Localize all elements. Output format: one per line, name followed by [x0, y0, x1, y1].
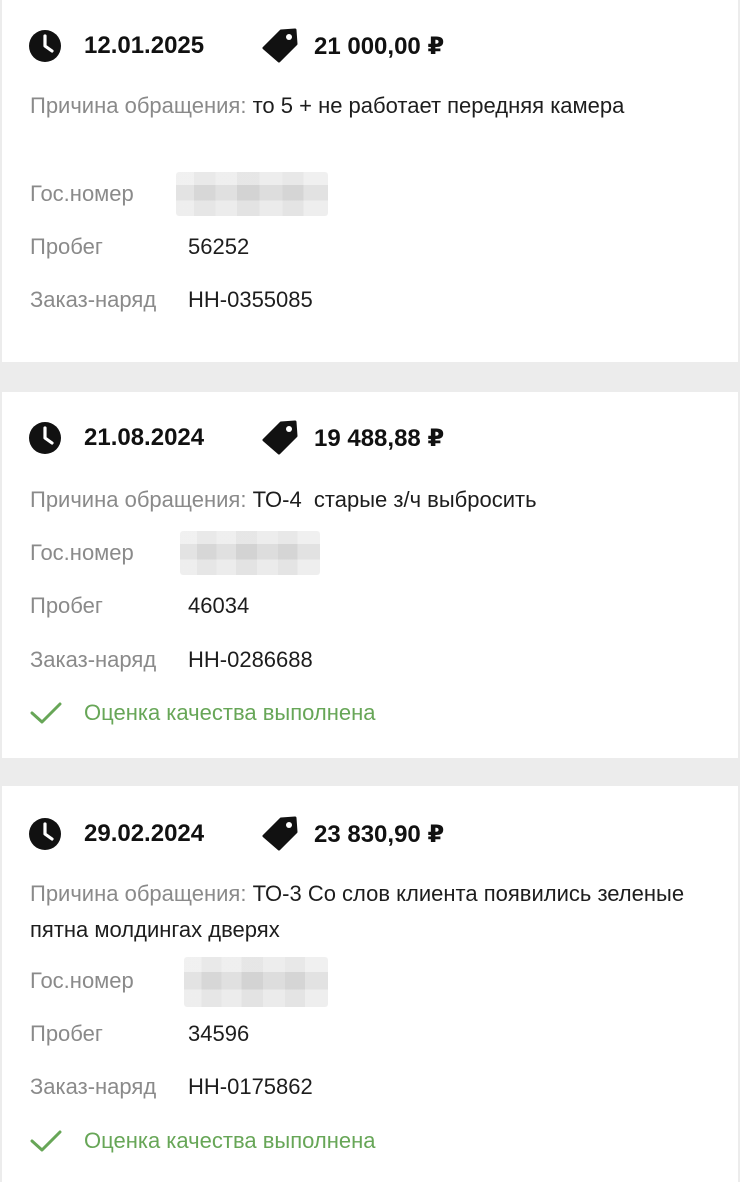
plate-label: Гос.номер — [30, 540, 134, 565]
visit-reason: Причина обращения: то 5 + не работает пе… — [30, 88, 720, 124]
visit-header: 29.02.2024 23 830,90 ₽ — [28, 816, 444, 852]
visit-price: 21 000,00 ₽ — [314, 32, 445, 60]
mileage-value: 56252 — [188, 234, 250, 259]
price-tag-icon — [262, 420, 298, 455]
reason-text: ТО-4 старые з/ч выбросить — [252, 487, 537, 512]
visit-header: 21.08.2024 19 488,88 ₽ — [28, 420, 444, 456]
order-label: Заказ-наряд — [30, 1074, 157, 1099]
clock-icon — [29, 30, 61, 62]
plate-number-blurred — [180, 531, 320, 575]
visit-date: 12.01.2025 — [84, 32, 205, 59]
plate-number-blurred — [176, 172, 328, 216]
checkmark-icon — [30, 702, 62, 724]
visit-card[interactable]: 12.01.2025 21 000,00 ₽ Причина обращения… — [2, 0, 738, 362]
service-history-list: 12.01.2025 21 000,00 ₽ Причина обращения… — [0, 0, 740, 1182]
visit-card[interactable]: 29.02.2024 23 830,90 ₽ Причина обращения… — [2, 786, 738, 1182]
plate-label: Гос.номер — [30, 181, 134, 206]
order-label: Заказ-наряд — [30, 287, 157, 312]
plate-number-blurred — [184, 957, 328, 1007]
clock-icon — [29, 422, 61, 454]
price-tag-icon — [262, 816, 298, 851]
quality-status: Оценка качества выполнена — [30, 695, 376, 731]
reason-label: Причина обращения: — [30, 487, 247, 512]
mileage-value: 46034 — [188, 593, 250, 618]
reason-text: то 5 + не работает передняя камера — [252, 93, 625, 118]
visit-card[interactable]: 21.08.2024 19 488,88 ₽ Причина обращения… — [2, 392, 738, 758]
order-value: НН-0355085 — [188, 287, 313, 312]
visit-date: 21.08.2024 — [84, 424, 205, 451]
quality-status-text: Оценка качества выполнена — [84, 1128, 376, 1153]
clock-icon — [29, 818, 61, 850]
mileage-label: Пробег — [30, 593, 103, 618]
checkmark-icon — [30, 1130, 62, 1152]
quality-status: Оценка качества выполнена — [30, 1123, 376, 1159]
order-value: НН-0175862 — [188, 1074, 313, 1099]
mileage-value: 34596 — [188, 1021, 250, 1046]
visit-price: 19 488,88 ₽ — [314, 424, 445, 452]
price-tag-icon — [262, 28, 298, 63]
visit-price: 23 830,90 ₽ — [314, 820, 445, 848]
reason-label: Причина обращения: — [30, 93, 247, 118]
quality-status-text: Оценка качества выполнена — [84, 700, 376, 725]
mileage-label: Пробег — [30, 234, 103, 259]
plate-label: Гос.номер — [30, 968, 134, 993]
reason-label: Причина обращения: — [30, 881, 247, 906]
order-value: НН-0286688 — [188, 647, 313, 672]
visit-header: 12.01.2025 21 000,00 ₽ — [28, 28, 444, 64]
visit-reason: Причина обращения: ТО-3 Со слов клиента … — [30, 876, 720, 948]
visit-reason: Причина обращения: ТО-4 старые з/ч выбро… — [30, 482, 720, 518]
mileage-label: Пробег — [30, 1021, 103, 1046]
visit-date: 29.02.2024 — [84, 820, 205, 847]
order-label: Заказ-наряд — [30, 647, 157, 672]
